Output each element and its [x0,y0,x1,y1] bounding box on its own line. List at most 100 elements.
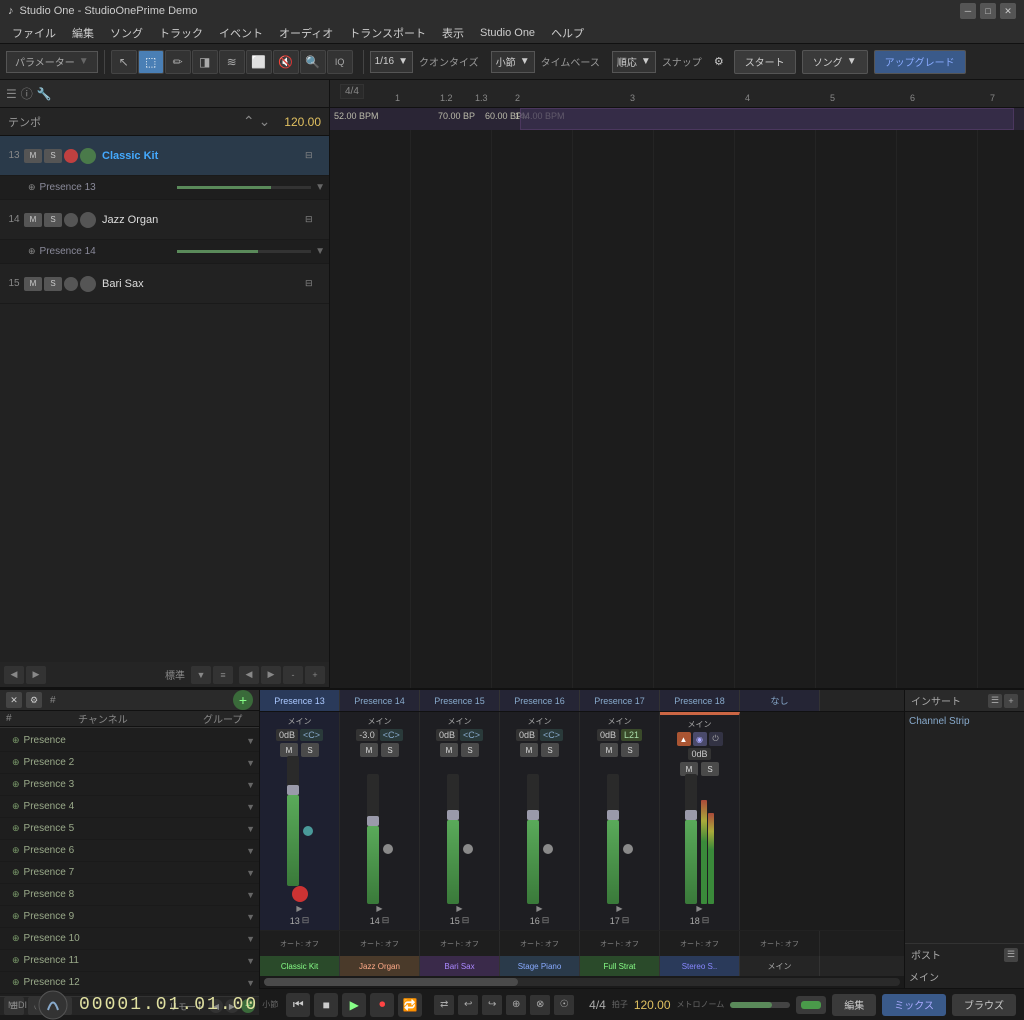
mute-button[interactable]: M [280,743,298,757]
nav-right[interactable]: ▶ [26,666,46,684]
master-volume-slider[interactable] [730,1002,790,1008]
snap-dropdown[interactable]: 順応 ▼ [612,51,656,73]
dropdown-icon[interactable]: ▼ [315,182,325,193]
fader-track[interactable] [685,774,697,904]
presence-item[interactable]: ⊕ Presence 6 ▼ [0,840,259,862]
presence-item[interactable]: ⊕ Presence 9 ▼ [0,906,259,928]
mixer-channel-14[interactable]: メイン -3.0 <C> M S ▶ 1 [340,712,420,930]
mixer-channel-header-main[interactable]: なし [740,690,820,711]
db-value[interactable]: 0dB [516,729,538,741]
tempo-collapse-icon[interactable]: ⌄ [259,113,271,130]
dropdown-icon[interactable]: ▼ [315,246,325,257]
presence-item[interactable]: ⊕ Presence 11 ▼ [0,950,259,972]
volume-toggle[interactable] [796,996,826,1014]
presence-item[interactable]: ⊕ Presence ▼ [0,730,259,752]
track-config-icon[interactable]: 🔧 [37,87,52,101]
track-name-cell-main[interactable]: メイン [740,956,820,976]
pan-value[interactable]: L21 [621,729,642,741]
iq-tool[interactable]: IQ [327,50,353,74]
presence-item[interactable]: ⊕ Presence 8 ▼ [0,884,259,906]
dropdown-icon[interactable]: ▼ [246,736,255,746]
presence-item[interactable]: ⊕ Presence 4 ▼ [0,796,259,818]
scroll-right-btn[interactable]: ▶ [261,666,281,684]
parameter-box[interactable]: パラメーター ▼ [6,51,98,73]
menu-edit[interactable]: 編集 [64,23,102,43]
track-fader-icon[interactable]: ⊟ [305,214,325,225]
mixer-channel-13[interactable]: メイン 0dB <C> M S [260,712,340,930]
track-row[interactable]: 15 M S Bari Sax ⊟ [0,264,329,304]
track-name-cell-15[interactable]: Bari Sax [420,956,500,976]
extra-btn5[interactable]: ⊗ [530,995,550,1015]
fader-track[interactable] [367,774,379,904]
presence-item[interactable]: ⊕ Presence 2 ▼ [0,752,259,774]
mixer-channel-header-15[interactable]: Presence 15 [420,690,500,711]
menu-event[interactable]: イベント [211,23,271,43]
volume-slider[interactable] [177,250,311,253]
track-row[interactable]: 13 M S Classic Kit ⊟ [0,136,329,176]
dropdown-icon[interactable]: ▼ [246,978,255,988]
mute-button[interactable]: M [24,149,42,163]
solo-button[interactable]: S [301,743,319,757]
pointer-tool[interactable]: ↖ [111,50,137,74]
zoom-minus-btn[interactable]: - [283,666,303,684]
mixer-scroll-track[interactable] [264,978,900,986]
monitor-button[interactable] [80,276,96,292]
solo-button[interactable]: S [381,743,399,757]
track-name-cell-18[interactable]: Stereo S.. [660,956,740,976]
db-value[interactable]: 0dB [597,729,619,741]
stop-button[interactable]: ■ [314,993,338,1017]
fader-track[interactable] [607,774,619,904]
presence-item[interactable]: ⊕ Presence 5 ▼ [0,818,259,840]
rewind-button[interactable]: ⏮ [286,993,310,1017]
mixer-channel-header-16[interactable]: Presence 16 [500,690,580,711]
browse-button[interactable]: ブラウズ [952,994,1016,1016]
ch-power-btn[interactable]: ⏻ [709,732,723,746]
maximize-button[interactable]: □ [980,3,996,19]
volume-slider[interactable] [177,186,311,189]
monitor-button[interactable] [80,212,96,228]
extra-btn6[interactable]: ☉ [554,995,574,1015]
select-tool[interactable]: ⬚ [138,50,164,74]
db-value[interactable]: 0dB [276,729,298,741]
db-value[interactable]: -3.0 [356,729,378,741]
fader-track[interactable] [447,774,459,904]
track-fader-icon[interactable]: ⊟ [305,150,325,161]
mute-button[interactable]: M [24,277,42,291]
fader-handle[interactable] [607,810,619,820]
fader-handle[interactable] [367,816,379,826]
presence-item[interactable]: ⊕ Presence 10 ▼ [0,928,259,950]
insert-dropdown[interactable]: ☰ + [988,694,1018,708]
menu-song[interactable]: ソング [102,23,151,43]
track-name-cell-14[interactable]: Jazz Organ [340,956,420,976]
presence-item[interactable]: ⊕ Presence 7 ▼ [0,862,259,884]
dropdown-icon[interactable]: ▼ [246,934,255,944]
record-button[interactable] [64,213,78,227]
monitor-button[interactable] [80,148,96,164]
extra-btn4[interactable]: ⊕ [506,995,526,1015]
timeline-content[interactable]: 52.00 BPM 70.00 BP 60.00 BPM 144.00 BPM [330,108,1024,688]
record-dot[interactable] [292,886,308,902]
mixer-channel-header-14[interactable]: Presence 14 [340,690,420,711]
fader-handle[interactable] [287,785,299,795]
mixer-channel-header-18[interactable]: Presence 18 [660,690,740,711]
fader-handle[interactable] [685,810,697,820]
timbase-dropdown[interactable]: 小節 ▼ [491,51,535,73]
window-controls[interactable]: ─ □ ✕ [960,3,1016,19]
menu-view[interactable]: 表示 [434,23,472,43]
insert-add-btn[interactable]: + [1004,694,1018,708]
ch-special-btn1[interactable]: ▲ [677,732,691,746]
mixer-channel-16[interactable]: メイン 0dB <C> M S ▶ 16 [500,712,580,930]
presence-item[interactable]: ⊕ Presence 3 ▼ [0,774,259,796]
mixer-scrollbar[interactable] [260,976,904,988]
mute-button[interactable]: M [440,743,458,757]
edit-button[interactable]: 編集 [832,994,876,1016]
zoom-tool[interactable]: 🔍 [300,50,326,74]
record-button[interactable]: ⏺ [370,993,394,1017]
nav-down[interactable]: ▼ [191,666,211,684]
mute-button[interactable]: M [360,743,378,757]
extra-btn1[interactable]: ⇄ [434,995,454,1015]
fader-handle[interactable] [527,810,539,820]
pan-value[interactable]: <C> [540,729,563,741]
paint-tool[interactable]: ≋ [219,50,245,74]
tempo-expand-icon[interactable]: ⌃ [243,113,255,130]
